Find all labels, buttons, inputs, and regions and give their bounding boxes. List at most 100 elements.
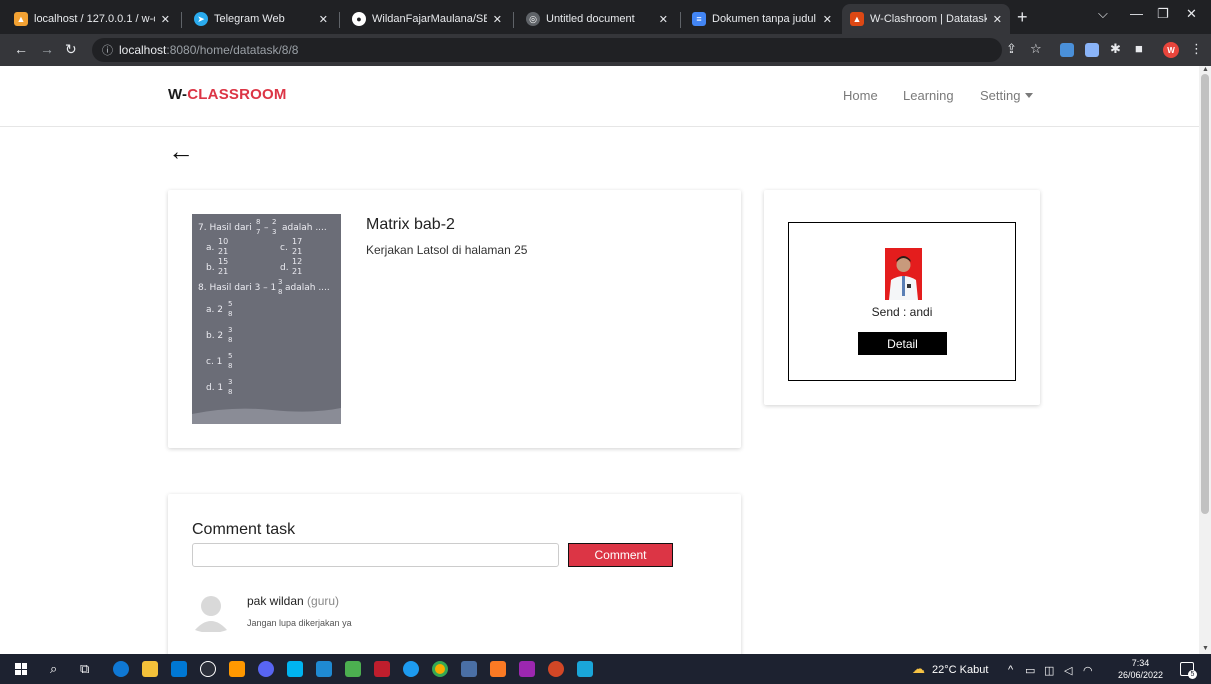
svg-text:3: 3 [228,326,232,334]
browser-tab-strip: ▲ localhost / 127.0.0.1 / w-cla ✕ ➤ Tele… [0,0,1211,34]
close-icon[interactable]: ✕ [493,13,502,26]
submission-card: Send : andi Detail [764,190,1040,405]
minimize-button[interactable]: — [1130,6,1143,21]
docker-icon[interactable] [403,661,419,677]
tab-label: Telegram Web [214,13,285,25]
tray-network-icon[interactable]: ◫ [1044,664,1054,677]
powerpoint-icon[interactable] [548,661,564,677]
site-brand[interactable]: W-CLASSROOM [168,86,287,103]
url-host: localhost [119,43,167,57]
comment-author: pak wildan (guru) [247,594,339,608]
page-scrollbar[interactable]: ▲ ▼ [1199,66,1211,654]
forward-nav-icon[interactable]: → [40,41,54,57]
postman-icon[interactable] [519,661,535,677]
extensions-puzzle-icon[interactable]: ✱ [1110,41,1121,57]
browser-tab-phpmyadmin[interactable]: ▲ localhost / 127.0.0.1 / w-cla ✕ [6,4,178,34]
close-icon[interactable]: ✕ [161,13,170,26]
codeigniter-icon: ▲ [850,12,864,26]
nav-dropdown-setting[interactable]: Setting [980,88,1034,103]
browser-tab-active[interactable]: ▲ W-Clashroom | Datatask ✕ [842,4,1010,34]
extension-translate-icon[interactable] [1060,43,1074,57]
mysql-workbench-icon[interactable] [287,661,303,677]
svg-text:3: 3 [278,278,282,286]
close-icon[interactable]: ✕ [993,13,1002,26]
close-icon[interactable]: ✕ [659,13,668,26]
notification-center-icon[interactable]: 5 [1180,662,1197,679]
back-arrow-icon[interactable]: ← [168,138,194,164]
tray-battery-icon[interactable]: ▭ [1025,664,1035,677]
globe-icon: ◎ [526,12,540,26]
tray-overflow-icon[interactable]: ^ [1008,664,1013,676]
svg-text:5: 5 [228,352,232,360]
telegram-icon: ➤ [194,12,208,26]
sublime-icon[interactable] [229,661,245,677]
restore-button[interactable]: ❐ [1157,6,1169,22]
user-avatar-icon [195,596,227,632]
chrome-icon[interactable] [432,661,448,677]
svg-text:21: 21 [218,267,228,276]
close-icon[interactable]: ✕ [319,13,328,26]
photos-icon[interactable] [577,661,593,677]
weather-text[interactable]: 22°C Kabut [932,664,988,676]
dell-icon[interactable] [200,661,216,677]
svg-text:3: 3 [272,228,276,236]
scroll-down-icon[interactable]: ▼ [1202,645,1209,652]
site-info-icon[interactable]: ⓘ [102,42,113,58]
comment-input[interactable] [192,543,559,567]
detail-button[interactable]: Detail [858,332,947,355]
notepad-icon[interactable] [461,661,477,677]
browser-tab-untitled[interactable]: ◎ Untitled document ✕ [518,4,676,34]
windows-start-icon[interactable] [15,663,27,675]
file-explorer-icon[interactable] [142,661,158,677]
tab-label: Untitled document [546,13,635,25]
svg-text:10: 10 [218,237,228,246]
comment-author-role: (guru) [307,594,340,608]
taskbar-clock[interactable]: 7:34 26/06/2022 [1118,657,1163,681]
browser-tab-telegram[interactable]: ➤ Telegram Web ✕ [186,4,336,34]
svg-text:7: 7 [256,228,260,236]
scroll-up-icon[interactable]: ▲ [1202,66,1209,73]
task-image[interactable]: 7. Hasil dari 8 7 –2 3 adalah .... a. 10 21 c… [192,214,341,424]
task-card: 7. Hasil dari 8 7 –2 3 adalah .... a. 10 21 c… [168,190,741,448]
sourcetree-icon[interactable] [345,661,361,677]
comment-submit-button[interactable]: Comment [568,543,673,567]
bookmark-star-icon[interactable]: ☆ [1030,41,1042,57]
window-close-button[interactable]: ✕ [1186,6,1197,22]
back-nav-icon[interactable]: ← [14,41,28,57]
browser-tab-google-docs[interactable]: ≡ Dokumen tanpa judul - Goo ✕ [684,4,840,34]
site-navbar: W-CLASSROOM Home Learning Setting [0,66,1199,127]
edge-icon[interactable] [113,661,129,677]
share-icon[interactable]: ⇪ [1006,41,1017,57]
new-tab-button[interactable]: + [1017,8,1028,26]
scrollbar-thumb[interactable] [1201,74,1209,514]
comment-card: Comment task Comment pak wildan (guru) J… [168,494,741,654]
tab-label: W-Clashroom | Datatask [870,13,987,25]
reload-icon[interactable]: ↻ [65,41,77,58]
google-docs-icon: ≡ [692,12,706,26]
task-view-icon[interactable]: ⧉ [80,661,89,677]
profile-avatar[interactable]: W [1163,42,1179,58]
tray-volume-icon[interactable]: ◁ [1064,664,1072,677]
caret-down-icon [1025,93,1034,98]
nav-link-learning[interactable]: Learning [903,88,954,103]
browser-tab-github[interactable]: ● WildanFajarMaulana/SEVIM ✕ [344,4,510,34]
svg-text:21: 21 [292,267,302,276]
tray-wifi-icon[interactable]: ◠ [1083,664,1093,677]
address-bar[interactable]: ⓘ localhost:8080/home/datatask/8/8 [92,38,1002,62]
side-panel-icon[interactable]: ■ [1135,41,1143,56]
svg-text:8: 8 [278,288,282,296]
browser-menu-icon[interactable]: ⋮ [1190,41,1203,57]
extension-icon[interactable] [1085,43,1099,57]
nav-link-home[interactable]: Home [843,88,878,103]
svg-text:8: 8 [256,218,260,226]
close-icon[interactable]: ✕ [823,13,832,26]
clock-time: 7:34 [1131,658,1150,668]
tab-search-icon[interactable]: ⌵ [1098,6,1108,22]
vscode-icon[interactable] [316,661,332,677]
filezilla-icon[interactable] [374,661,390,677]
student-photo [885,248,922,300]
discord-icon[interactable] [258,661,274,677]
xampp-icon[interactable] [490,661,506,677]
search-icon[interactable]: ⌕ [50,661,57,677]
mail-icon[interactable] [171,661,187,677]
